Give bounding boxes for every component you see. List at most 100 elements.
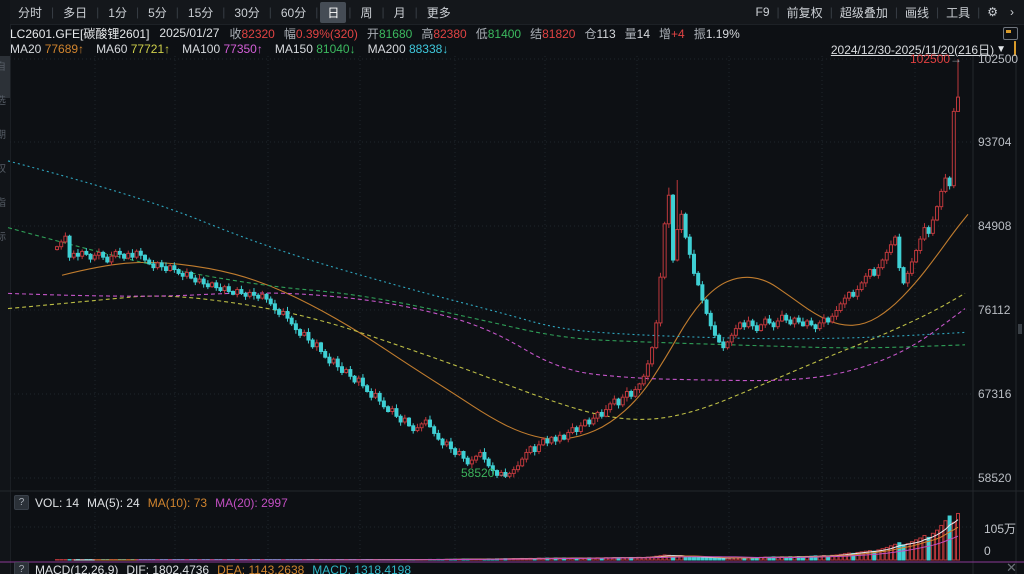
tab-separator: | xyxy=(415,5,418,19)
toolbar-item-画线[interactable]: 画线 xyxy=(899,2,935,23)
low-price-annotation: 58520 → xyxy=(461,466,510,480)
price-axis-label: 102500 xyxy=(978,52,1018,66)
high-price-annotation: 102500→ xyxy=(910,52,962,66)
tab-日[interactable]: 日 xyxy=(320,2,346,23)
volume-pane-header: ? VOL: 14MA(5): 24MA(10): 73MA(20): 2997 xyxy=(14,495,296,510)
quote-field-幅: 幅0.39%(320) xyxy=(284,25,358,42)
quote-field-增: 增+4 xyxy=(659,25,685,42)
quote-field-label: 振 xyxy=(694,27,706,41)
toolbar-item-F9[interactable]: F9 xyxy=(750,3,776,21)
toolbar-separator: | xyxy=(895,5,898,19)
close-icon[interactable]: ✕ xyxy=(1006,560,1017,574)
tab-separator: | xyxy=(382,5,385,19)
ma-label: MA200 xyxy=(368,42,409,56)
price-axis-label: 76112 xyxy=(978,303,1010,317)
toolbar-item-前复权[interactable]: 前复权 xyxy=(781,2,829,23)
quote-field-value: 113 xyxy=(597,27,616,41)
quote-field-高: 高82380 xyxy=(421,25,466,42)
sidebar-glyph: 选 xyxy=(0,96,10,108)
left-sidebar-strip[interactable]: 自选期权指标 xyxy=(0,0,11,574)
quote-field-label: 量 xyxy=(625,27,637,41)
ma-value: 77350↑ xyxy=(223,42,262,56)
quote-field-label: 结 xyxy=(530,27,542,41)
tab-5分[interactable]: 5分 xyxy=(141,2,174,23)
quote-field-量: 量14 xyxy=(625,25,650,42)
volume-header-item: VOL: 14 xyxy=(35,496,79,510)
quote-field-value: 81820 xyxy=(542,27,575,41)
tab-更多[interactable]: 更多 xyxy=(420,2,458,23)
toolbar-separator: | xyxy=(830,5,833,19)
gear-icon[interactable]: ⚙ xyxy=(981,3,1004,21)
tab-separator: | xyxy=(136,5,139,19)
sidebar-glyph: 期 xyxy=(0,130,10,142)
volume-header-item: MA(20): 2997 xyxy=(215,496,288,510)
toolbar-item-工具[interactable]: 工具 xyxy=(940,2,976,23)
quote-fields: 收82320幅0.39%(320)开81680高82380低81400结8182… xyxy=(229,25,748,42)
volume-axis-zero: 0 xyxy=(984,544,991,558)
sidebar-glyph: 指 xyxy=(0,198,10,210)
price-axis-label: 93704 xyxy=(978,135,1011,149)
tab-separator: | xyxy=(315,5,318,19)
ma-label: MA60 xyxy=(96,42,131,56)
right-edge-handle[interactable] xyxy=(1018,324,1022,334)
chevron-right-icon[interactable]: › xyxy=(1004,3,1020,21)
toolbar-item-超级叠加[interactable]: 超级叠加 xyxy=(834,2,894,23)
toolbar-right: F9|前复权|超级叠加|画线|工具|⚙› xyxy=(750,2,1024,23)
tab-separator: | xyxy=(51,5,54,19)
quote-field-label: 增 xyxy=(659,27,671,41)
quote-field-value: +4 xyxy=(671,27,685,41)
volume-help-icon[interactable]: ? xyxy=(14,495,29,510)
ma-value: 77689↑ xyxy=(45,42,84,56)
quote-field-value: 82380 xyxy=(433,27,466,41)
tab-15分[interactable]: 15分 xyxy=(181,2,220,23)
quote-field-label: 开 xyxy=(367,27,379,41)
quote-field-label: 仓 xyxy=(584,27,596,41)
volume-header-item: MA(10): 73 xyxy=(148,496,207,510)
quote-field-value: 0.39%(320) xyxy=(296,27,358,41)
ma-value: 81040↓ xyxy=(316,42,355,56)
macd-header-item: DIF: 1802.4736 xyxy=(126,563,209,574)
toolbar-separator: | xyxy=(936,5,939,19)
quote-field-value: 14 xyxy=(637,27,650,41)
tab-separator: | xyxy=(348,5,351,19)
toolbar-separator: | xyxy=(777,5,780,19)
app-window-icon[interactable] xyxy=(1003,27,1018,40)
period-toolbar: 分时|多日|1分|5分|15分|30分|60分|日|周|月|更多 F9|前复权|… xyxy=(10,0,1024,25)
quote-field-label: 幅 xyxy=(284,27,296,41)
quote-field-value: 81400 xyxy=(488,27,521,41)
price-axis-label: 67316 xyxy=(978,387,1011,401)
ma-readout-MA150: MA150 81040↓ xyxy=(275,42,356,56)
price-axis-label: 84908 xyxy=(978,219,1011,233)
ma-label: MA20 xyxy=(10,42,45,56)
quote-field-label: 低 xyxy=(476,27,488,41)
macd-header-item: DEA: 1143.2638 xyxy=(217,563,304,574)
tab-separator: | xyxy=(269,5,272,19)
macd-header-item: MACD(12,26,9) xyxy=(35,563,118,574)
tab-60分[interactable]: 60分 xyxy=(274,2,313,23)
quote-field-收: 收82320 xyxy=(229,25,274,42)
main-chart-canvas[interactable] xyxy=(0,0,1024,574)
period-tabs: 分时|多日|1分|5分|15分|30分|60分|日|周|月|更多 xyxy=(10,2,459,23)
tab-30分[interactable]: 30分 xyxy=(227,2,266,23)
ma-value: 77721↑ xyxy=(131,42,170,56)
symbol-label: LC2601.GFE[碳酸锂2601] xyxy=(10,25,149,42)
ma-readouts: MA20 77689↑ MA60 77721↑ MA100 77350↑ MA150 … xyxy=(10,42,460,56)
quote-field-振: 振1.19% xyxy=(694,25,740,42)
tab-周[interactable]: 周 xyxy=(354,2,380,23)
ma-readout-MA20: MA20 77689↑ xyxy=(10,42,84,56)
tab-多日[interactable]: 多日 xyxy=(56,2,94,23)
trading-app: 自选期权指标 分时|多日|1分|5分|15分|30分|60分|日|周|月|更多 … xyxy=(0,0,1024,574)
ma-bar: MA20 77689↑ MA60 77721↑ MA100 77350↑ MA150 … xyxy=(10,42,1024,56)
ma-readout-MA200: MA200 88338↓ xyxy=(368,42,449,56)
tab-1分[interactable]: 1分 xyxy=(101,2,134,23)
ma-readout-MA100: MA100 77350↑ xyxy=(182,42,263,56)
toolbar-separator: | xyxy=(977,5,980,19)
quote-field-label: 收 xyxy=(229,27,241,41)
tab-月[interactable]: 月 xyxy=(387,2,413,23)
sidebar-glyph: 自 xyxy=(0,62,10,74)
tab-分时[interactable]: 分时 xyxy=(11,2,49,23)
macd-help-icon[interactable]: ? xyxy=(14,562,29,574)
quote-field-低: 低81400 xyxy=(476,25,521,42)
macd-pane-header: ? MACD(12,26,9) DIF: 1802.4736 DEA: 1143.2… xyxy=(14,562,419,574)
ma-value: 88338↓ xyxy=(409,42,448,56)
